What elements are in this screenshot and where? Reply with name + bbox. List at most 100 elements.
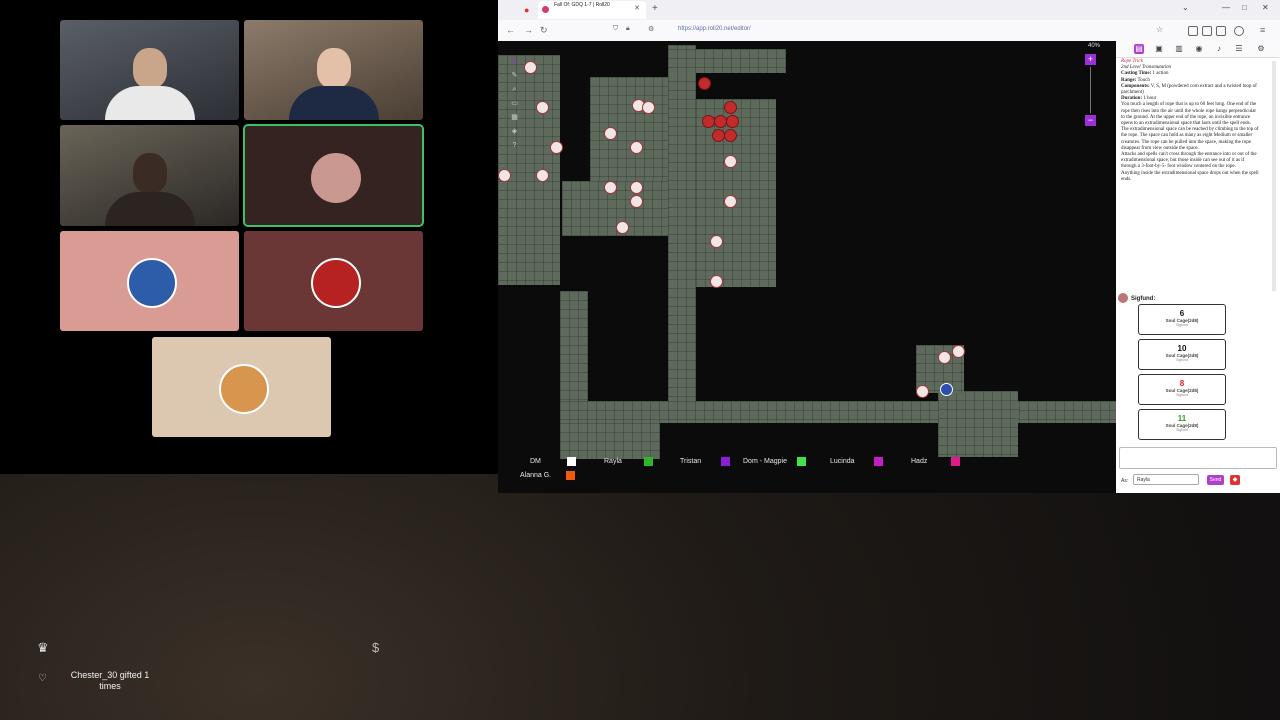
map-token[interactable]	[550, 141, 563, 154]
measure-tool-icon[interactable]: ▭	[510, 99, 519, 108]
maximize-icon[interactable]: □	[1242, 3, 1247, 12]
chat-tab-icon[interactable]: ▤	[1134, 44, 1144, 54]
roll-result[interactable]: 11	[1139, 414, 1225, 423]
roll-result[interactable]: 8	[1139, 379, 1225, 388]
lock-icon[interactable]: 🔒︎	[626, 25, 630, 33]
draw-tool-icon[interactable]: ✎	[510, 71, 519, 80]
account-icon[interactable]	[1234, 26, 1244, 36]
map-token[interactable]	[724, 155, 737, 168]
map-token-enemy[interactable]	[724, 129, 737, 142]
back-icon[interactable]: ←	[506, 25, 515, 35]
map-token[interactable]	[536, 169, 549, 182]
close-window-icon[interactable]: ✕	[1262, 3, 1269, 12]
minimize-icon[interactable]: —	[1222, 3, 1230, 12]
extension-icon[interactable]	[1216, 26, 1226, 36]
help-tool-icon[interactable]: ?	[510, 141, 519, 150]
player-name[interactable]: DM	[530, 458, 541, 465]
zoom-tool-icon[interactable]: ⌕	[510, 85, 519, 94]
journal-tab-icon[interactable]: ▥	[1174, 44, 1184, 54]
list-tabs-icon[interactable]: ⌄	[1182, 3, 1189, 12]
roll-result[interactable]: 10	[1139, 344, 1225, 353]
map-token[interactable]	[710, 275, 723, 288]
pocket-icon[interactable]	[1188, 26, 1198, 36]
map-token-enemy[interactable]	[698, 77, 711, 90]
fog-tool-icon[interactable]: ▦	[510, 113, 519, 122]
roll-result[interactable]: 6	[1139, 309, 1225, 318]
roll-sub: Sigfund	[1176, 358, 1188, 362]
downloads-icon[interactable]	[1202, 26, 1212, 36]
tab-roll20[interactable]: Fall Of: GDQ 1-7 | Roll20 ✕	[538, 1, 646, 19]
map-token[interactable]	[710, 235, 723, 248]
zoom-level: 40%	[1087, 43, 1100, 49]
navigation-bar: ← → ↻ ⛉ 🔒︎ ⚙ https://app.roll20.net/edit…	[498, 20, 1280, 42]
collection-tab-icon[interactable]: ☰	[1234, 44, 1244, 54]
zoom-out-button[interactable]: −	[1085, 115, 1096, 126]
map-token[interactable]	[524, 61, 537, 74]
firefox-view-icon[interactable]: ●	[524, 5, 529, 15]
chat-speaker: Sigfund:	[1131, 296, 1156, 302]
send-button[interactable]: Send	[1207, 475, 1224, 485]
browser-window: ● Fall Of: GDQ 1-7 | Roll20 ✕ + ⌄ — □ ✕ …	[498, 0, 1280, 493]
close-tab-icon[interactable]: ✕	[634, 5, 640, 13]
select-tool-icon[interactable]: ➤	[510, 57, 519, 66]
spell-components: Components: V, S, M (powdered corn extra…	[1121, 84, 1259, 96]
player-name[interactable]: Rayla	[604, 458, 622, 465]
avatar	[310, 152, 361, 203]
sidebar-tabs: ▤ ▣ ▥ ◉ ♪ ☰ ⚙	[1116, 41, 1280, 58]
forward-icon[interactable]: →	[524, 25, 533, 35]
range-label: Range:	[1121, 77, 1137, 83]
shield-icon[interactable]: ⛉	[613, 25, 618, 33]
map-top-passage	[668, 49, 786, 73]
as-label: As:	[1121, 478, 1129, 484]
map-token[interactable]	[604, 127, 617, 140]
settings-tab-icon[interactable]: ⚙	[1256, 44, 1266, 54]
map-token-player[interactable]	[940, 383, 953, 396]
menu-icon[interactable]: ≡	[1260, 25, 1265, 35]
map-token[interactable]	[630, 195, 643, 208]
map-token[interactable]	[916, 385, 929, 398]
map-token[interactable]	[724, 195, 737, 208]
chat-input[interactable]	[1119, 447, 1277, 469]
webcam-4-active-speaker	[243, 124, 424, 227]
vtt-map-canvas[interactable]: ➤ ✎ ⌕ ▭ ▦ ◈ ? 40% + − DM Rayla Tristan D…	[498, 41, 1116, 493]
map-token[interactable]	[536, 101, 549, 114]
url-bar[interactable]: https://app.roll20.net/editor/	[678, 26, 751, 32]
map-token[interactable]	[952, 345, 965, 358]
webcam-3	[60, 125, 239, 226]
zoom-in-button[interactable]: +	[1085, 54, 1096, 65]
art-tab-icon[interactable]: ▣	[1154, 44, 1164, 54]
bookmark-star-icon[interactable]: ☆	[1156, 25, 1163, 34]
jukebox-tab-icon[interactable]: ♪	[1214, 44, 1224, 54]
player-color-swatch	[797, 457, 806, 466]
duration-value: 1 hour	[1143, 96, 1157, 102]
crown-icon: ♛	[37, 640, 49, 655]
avatar	[218, 364, 269, 414]
player-name[interactable]: Hadz	[911, 458, 927, 465]
map-token-enemy[interactable]	[726, 115, 739, 128]
map-hall-vertical	[668, 45, 696, 405]
map-token[interactable]	[938, 351, 951, 364]
avatar	[1118, 293, 1128, 303]
map-token-enemy[interactable]	[724, 101, 737, 114]
zoom-slider[interactable]	[1090, 67, 1091, 113]
casting-time-value: 1 action	[1152, 71, 1169, 77]
reload-icon[interactable]: ↻	[540, 25, 548, 36]
player-name[interactable]: Alanna G.	[520, 472, 551, 479]
chat-scrollbar[interactable]	[1272, 61, 1276, 291]
dice-roller-icon[interactable]: ◆	[1230, 475, 1240, 485]
map-token[interactable]	[630, 181, 643, 194]
map-token[interactable]	[642, 101, 655, 114]
map-token[interactable]	[630, 141, 643, 154]
map-token[interactable]	[604, 181, 617, 194]
dice-tool-icon[interactable]: ◈	[510, 127, 519, 136]
permissions-icon[interactable]: ⚙	[648, 25, 654, 33]
speaking-as-select[interactable]: Rayla	[1133, 474, 1199, 485]
spell-description-1: You touch a length of rope that is up to…	[1121, 102, 1257, 127]
player-name[interactable]: Lucinda	[830, 458, 855, 465]
webcam-grid	[0, 0, 498, 474]
player-name[interactable]: Tristan	[680, 458, 701, 465]
new-tab-icon[interactable]: +	[652, 3, 658, 14]
player-name[interactable]: Dom - Magpie	[743, 458, 787, 465]
map-token[interactable]	[616, 221, 629, 234]
compendium-tab-icon[interactable]: ◉	[1194, 44, 1204, 54]
